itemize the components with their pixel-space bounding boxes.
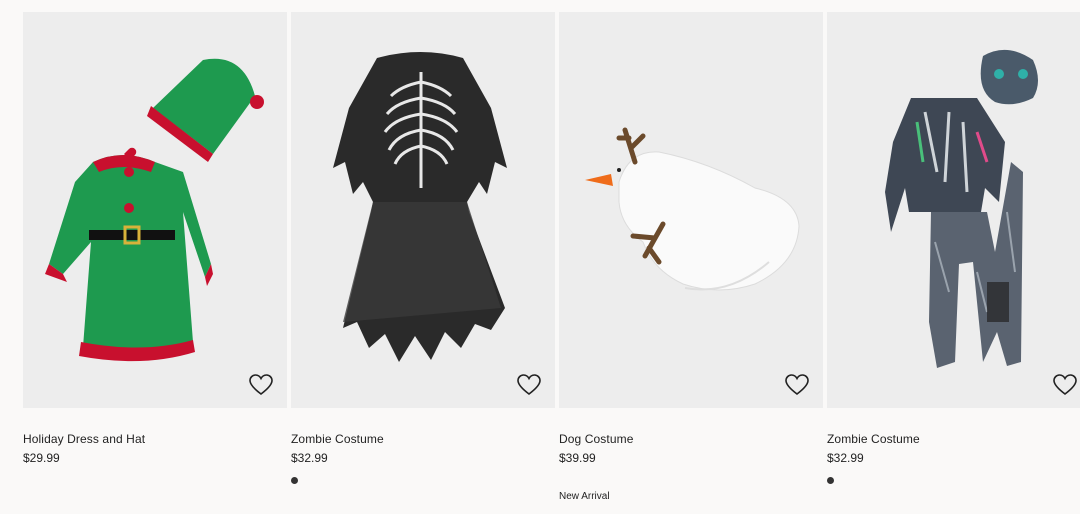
color-swatch xyxy=(559,477,566,484)
product-image[interactable] xyxy=(291,12,555,408)
heart-outline-icon[interactable] xyxy=(785,374,809,396)
color-swatches xyxy=(291,471,555,484)
product-card[interactable]: Dog Costume $39.99 New Arrival xyxy=(559,12,823,503)
new-arrival-badge: New Arrival xyxy=(559,491,610,502)
product-grid: Holiday Dress and Hat $29.99 Zombie Cost… xyxy=(0,0,1080,514)
skeleton-dress-image xyxy=(333,52,507,362)
product-image[interactable] xyxy=(23,12,287,408)
color-swatches xyxy=(559,471,823,484)
product-price: $29.99 xyxy=(23,451,60,465)
product-card[interactable]: Zombie Costume $32.99 xyxy=(291,12,555,484)
color-swatches xyxy=(827,471,1080,484)
product-price: $32.99 xyxy=(291,451,328,465)
product-name[interactable]: Dog Costume xyxy=(559,432,823,446)
product-name[interactable]: Holiday Dress and Hat xyxy=(23,432,287,446)
product-name[interactable]: Zombie Costume xyxy=(827,432,1080,446)
heart-outline-icon[interactable] xyxy=(517,374,541,396)
product-price: $39.99 xyxy=(559,451,596,465)
color-swatch[interactable] xyxy=(291,477,298,484)
elf-dress-image xyxy=(45,58,264,362)
snowman-dog-costume-image xyxy=(585,127,800,291)
heart-outline-icon[interactable] xyxy=(1053,374,1077,396)
product-name[interactable]: Zombie Costume xyxy=(291,432,555,446)
color-swatch[interactable] xyxy=(827,477,834,484)
product-image[interactable] xyxy=(827,12,1080,408)
product-price: $32.99 xyxy=(827,451,864,465)
product-image[interactable] xyxy=(559,12,823,408)
product-card[interactable]: Zombie Costume $32.99 xyxy=(827,12,1080,484)
zombie-costume-image xyxy=(885,49,1038,368)
heart-outline-icon[interactable] xyxy=(249,374,273,396)
product-card[interactable]: Holiday Dress and Hat $29.99 xyxy=(23,12,287,465)
